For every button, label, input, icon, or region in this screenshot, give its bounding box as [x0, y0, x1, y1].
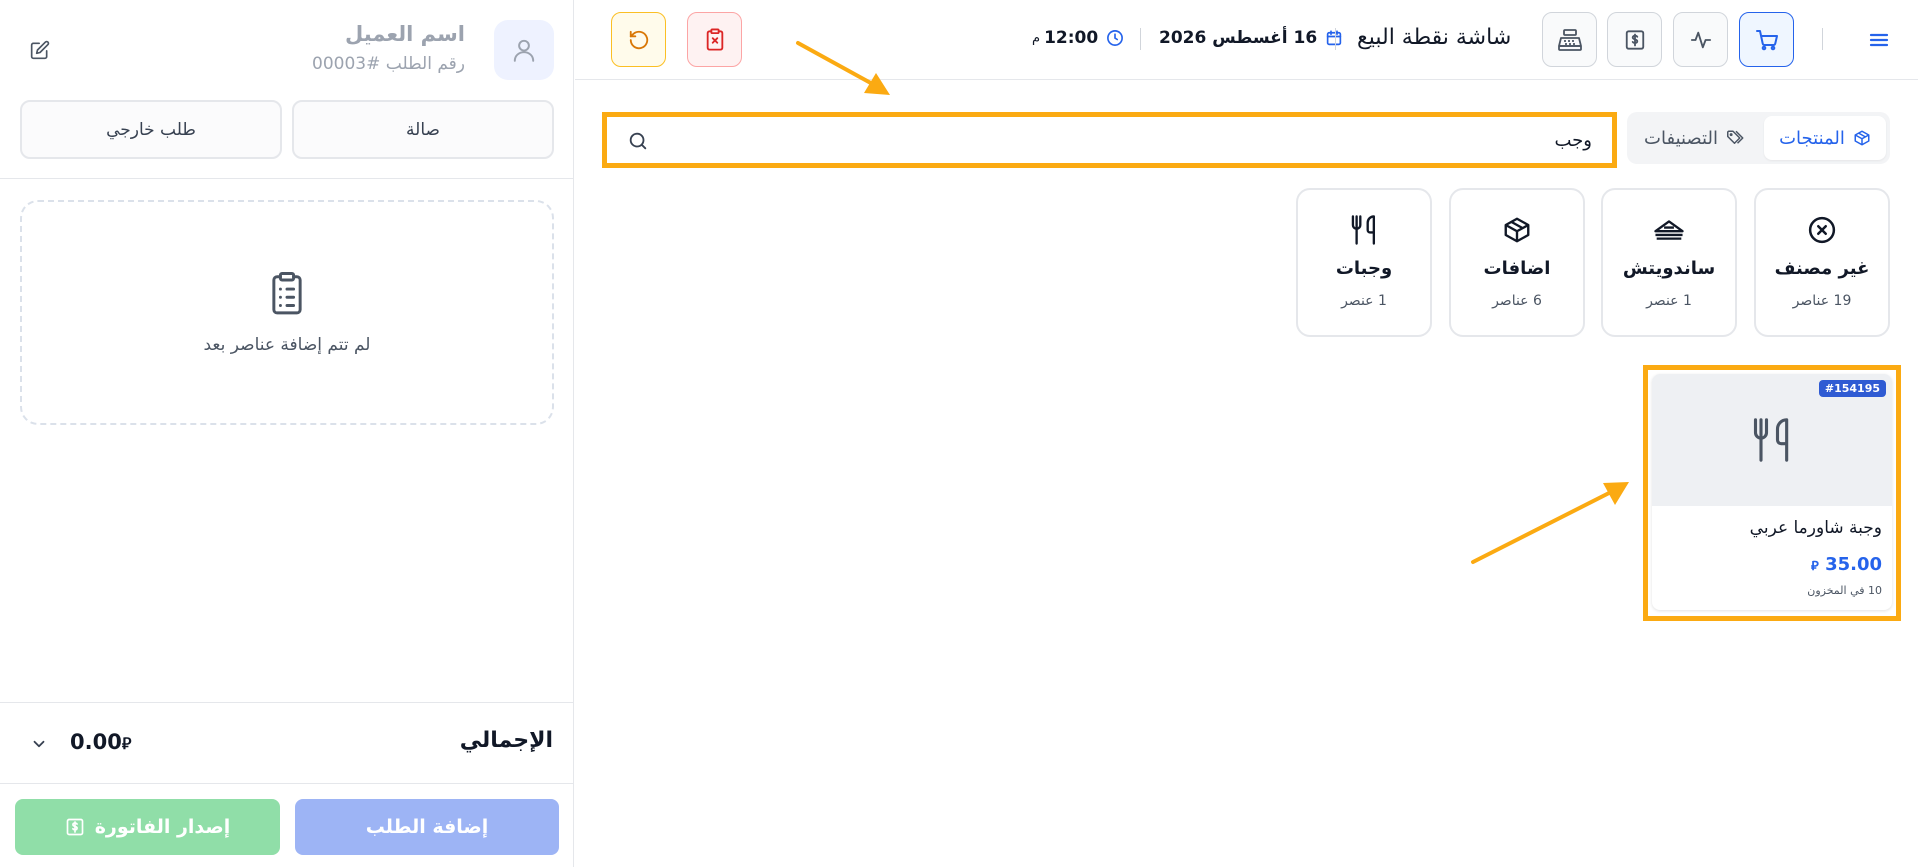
divider — [0, 702, 574, 703]
divider — [0, 178, 574, 179]
top-bar: 12:00 م 16 أغسطس 2026 شاشة نقطة البيع — [575, 0, 1918, 80]
category-name: اضافات — [1483, 258, 1551, 279]
divider — [1140, 28, 1141, 50]
category-card-uncategorized[interactable]: غير مصنف 19 عناصر — [1754, 188, 1890, 337]
clock-icon — [1107, 30, 1124, 46]
activity-icon — [1690, 31, 1711, 48]
edit-icon — [30, 40, 50, 60]
pos-app: اسم العميل رقم الطلب #00003 صالة طلب خار… — [0, 0, 1918, 867]
date-display: 16 أغسطس 2026 — [1159, 28, 1343, 48]
empty-cart-placeholder: لم تتم إضافة عناصر بعد — [20, 200, 554, 425]
customer-name: اسم العميل — [345, 22, 465, 46]
clipboard-x-icon — [706, 28, 723, 51]
product-name: وجبة شاورما عربي — [1749, 518, 1882, 538]
receipt-icon — [66, 818, 84, 836]
view-tabs: المنتجات التصنيفات — [1627, 112, 1890, 164]
clipboard-list-icon — [272, 271, 302, 314]
cart-button[interactable] — [1739, 12, 1794, 67]
empty-cart-message: لم تتم إضافة عناصر بعد — [203, 334, 371, 355]
tab-categories[interactable]: التصنيفات — [1633, 116, 1757, 160]
time-suffix: م — [1032, 30, 1041, 46]
divider — [0, 783, 574, 784]
cart-panel: اسم العميل رقم الطلب #00003 صالة طلب خار… — [0, 0, 574, 867]
edit-customer-button[interactable] — [28, 38, 52, 62]
price-amount: 35.00 — [1825, 554, 1882, 575]
category-card-meals[interactable]: وجبات 1 عنصر — [1296, 188, 1432, 337]
annotation-arrow — [1471, 482, 1629, 564]
current-time: 12:00 — [1044, 28, 1099, 48]
activity-button[interactable] — [1673, 12, 1728, 67]
divider — [1822, 28, 1823, 50]
payments-button[interactable] — [1607, 12, 1662, 67]
category-card-additions[interactable]: اضافات 6 عناصر — [1449, 188, 1585, 337]
tab-products-label: المنتجات — [1779, 127, 1845, 149]
category-name: ساندويتش — [1622, 258, 1716, 279]
total-value: 0.00⃁ — [70, 730, 131, 754]
order-type-hall-button[interactable]: صالة — [292, 100, 554, 159]
cash-register-icon — [1557, 28, 1582, 51]
tags-icon — [1726, 130, 1744, 144]
rotate-ccw-icon — [629, 30, 648, 49]
page-title: شاشة نقطة البيع — [1357, 25, 1512, 50]
sandwich-icon — [1654, 220, 1684, 240]
category-count: 1 عنصر — [1646, 293, 1692, 309]
riyal-symbol: ⃁ — [1811, 559, 1819, 574]
product-image: #154195 — [1652, 374, 1892, 506]
issue-invoice-label: إصدار الفاتورة — [94, 816, 231, 838]
product-price: 35.00 ⃁ — [1811, 554, 1882, 575]
total-amount: 0.00 — [70, 730, 122, 754]
menu-icon[interactable] — [1867, 28, 1891, 52]
tab-categories-label: التصنيفات — [1644, 127, 1718, 149]
category-count: 1 عنصر — [1341, 293, 1387, 309]
x-circle-icon — [1808, 216, 1836, 244]
product-card[interactable]: #154195 وجبة شاورما عربي 35.00 ⃁ 10 في ا… — [1652, 374, 1892, 610]
chevron-down-icon[interactable] — [30, 735, 48, 753]
utensils-icon — [1351, 215, 1376, 245]
current-date: 16 أغسطس 2026 — [1159, 28, 1318, 48]
category-count: 6 عناصر — [1492, 293, 1542, 309]
issue-invoice-button[interactable]: إصدار الفاتورة — [15, 799, 280, 855]
customer-avatar — [494, 20, 554, 80]
product-id-badge: #154195 — [1818, 380, 1886, 397]
divider — [1335, 28, 1336, 50]
dollar-receipt-icon — [1625, 29, 1644, 50]
category-name: وجبات — [1335, 258, 1393, 279]
total-label: الإجمالي — [459, 728, 553, 753]
box-icon — [1504, 217, 1530, 243]
category-count: 19 عناصر — [1792, 293, 1852, 309]
riyal-symbol: ⃁ — [121, 734, 132, 753]
shopping-cart-icon — [1755, 29, 1778, 50]
category-card-sandwich[interactable]: ساندويتش 1 عنصر — [1601, 188, 1737, 337]
order-type-external-button[interactable]: طلب خارجي — [20, 100, 282, 159]
cash-register-button[interactable] — [1542, 12, 1597, 67]
user-icon — [513, 39, 535, 62]
utensils-icon — [1753, 418, 1789, 462]
product-stock: 10 في المخزون — [1807, 584, 1882, 597]
category-name: غير مصنف — [1774, 258, 1870, 279]
tab-products[interactable]: المنتجات — [1764, 116, 1886, 160]
search-input[interactable] — [692, 127, 1592, 153]
undo-button[interactable] — [611, 12, 666, 67]
clock-display: 12:00 م — [1032, 28, 1124, 48]
search-box — [602, 112, 1617, 168]
cancel-order-button[interactable] — [687, 12, 742, 67]
search-icon — [629, 132, 647, 150]
add-order-button[interactable]: إضافة الطلب — [295, 799, 559, 855]
box-icon — [1854, 130, 1870, 146]
order-number: رقم الطلب #00003 — [312, 54, 465, 74]
